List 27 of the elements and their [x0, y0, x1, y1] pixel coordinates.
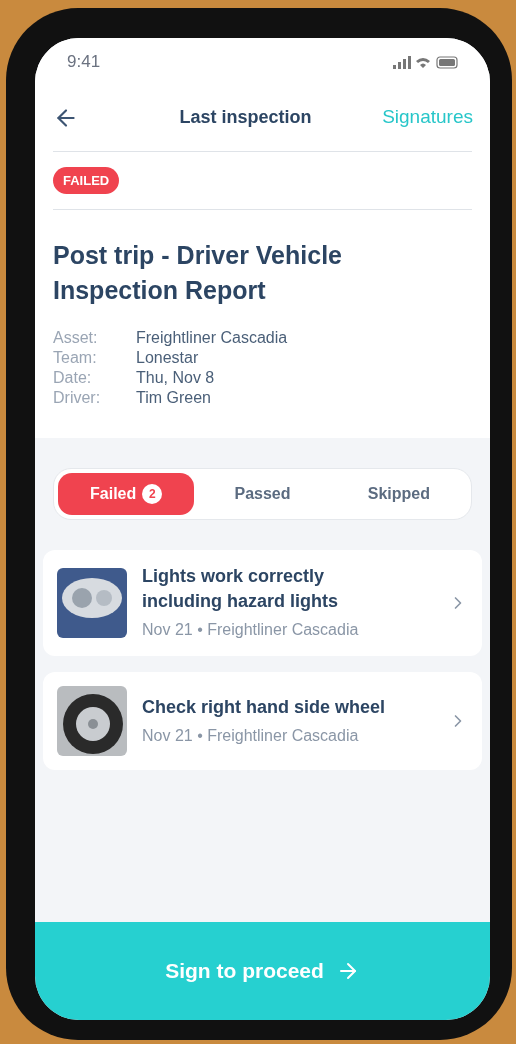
inspection-item[interactable]: Lights work correctly including hazard lights Nov 21 • Freightliner Cascadia [43, 550, 482, 656]
inspection-item[interactable]: Check right hand side wheel Nov 21 • Freightliner Cascadia [43, 672, 482, 770]
item-subtitle: Nov 21 • Freightliner Cascadia [142, 620, 360, 640]
detail-value: Freightliner Cascadia [136, 328, 289, 348]
signal-icon [393, 55, 411, 69]
battery-icon [436, 55, 458, 69]
filter-tab[interactable]: Passed [194, 473, 331, 515]
filter-tab[interactable]: Failed 2 [58, 473, 195, 515]
item-title: Check right hand side wheel [142, 695, 387, 719]
item-subtitle: Nov 21 • Freightliner Cascadia [142, 725, 360, 746]
item-title: Lights work correctly including hazard lights [142, 565, 339, 613]
detail-label: Team: [53, 348, 98, 368]
detail-value: Thu, Nov 8 [136, 368, 216, 388]
detail-value: Lonestar [136, 348, 200, 368]
wheel-photo [57, 686, 127, 756]
screen-title: Last inspection [179, 106, 312, 129]
filter-tab[interactable]: Skipped [330, 473, 467, 515]
headlight-photo [57, 568, 127, 638]
report-title: Post trip - Driver Vehicle Inspection Report [53, 240, 343, 306]
wifi-icon [416, 56, 431, 68]
detail-label: Asset: [53, 328, 99, 348]
count-badge: 2 [142, 484, 163, 504]
detail-label: Driver: [53, 388, 102, 408]
status-time: 9:41 [67, 51, 101, 74]
detail-value: Tim Green [136, 388, 212, 408]
status-badge: FAILED [53, 166, 120, 195]
detail-label: Date: [53, 368, 93, 388]
